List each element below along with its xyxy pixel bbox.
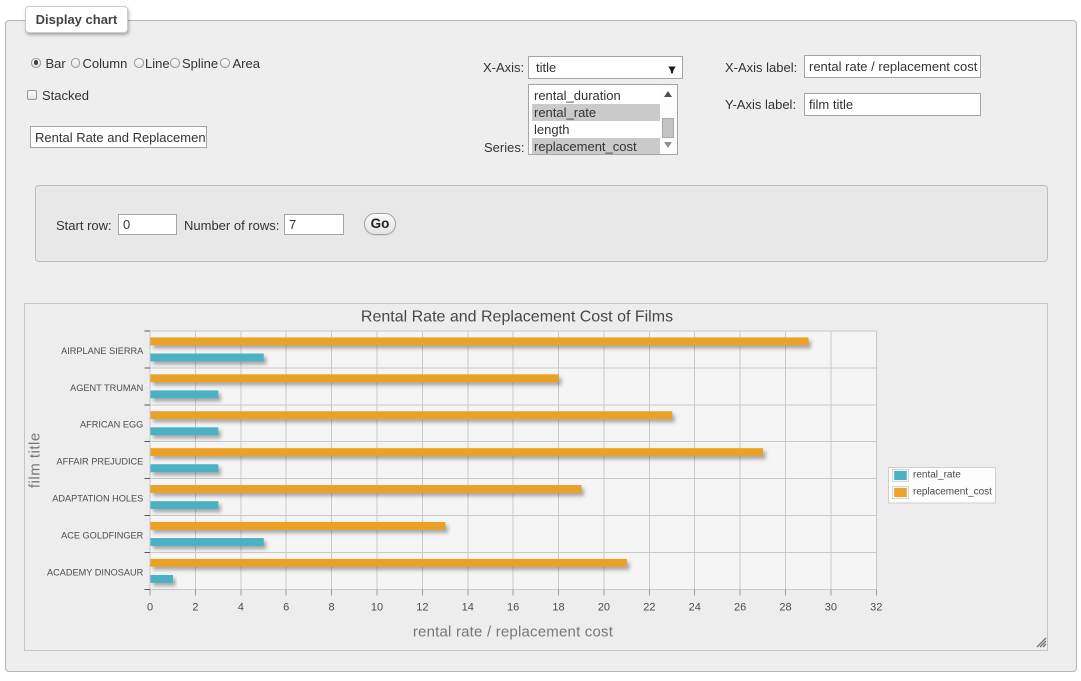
svg-text:ACE GOLDFINGER: ACE GOLDFINGER — [61, 530, 144, 540]
svg-text:10: 10 — [371, 602, 383, 614]
svg-text:rental rate / replacement cost: rental rate / replacement cost — [413, 624, 614, 641]
svg-text:AIRPLANE SIERRA: AIRPLANE SIERRA — [61, 346, 144, 356]
svg-text:14: 14 — [462, 602, 474, 614]
svg-text:rental_rate: rental_rate — [913, 470, 961, 481]
svg-text:2: 2 — [192, 602, 198, 614]
svg-text:film title: film title — [27, 432, 44, 488]
svg-text:8: 8 — [329, 602, 335, 614]
svg-text:AGENT TRUMAN: AGENT TRUMAN — [70, 383, 143, 393]
svg-text:Rental Rate and Replacement Co: Rental Rate and Replacement Cost of Film… — [361, 309, 673, 326]
svg-text:AFFAIR PREJUDICE: AFFAIR PREJUDICE — [57, 457, 144, 467]
svg-text:30: 30 — [825, 602, 837, 614]
svg-text:18: 18 — [552, 602, 564, 614]
svg-text:ADAPTATION HOLES: ADAPTATION HOLES — [52, 494, 143, 504]
svg-text:12: 12 — [416, 602, 428, 614]
svg-text:26: 26 — [734, 602, 746, 614]
svg-text:28: 28 — [779, 602, 791, 614]
svg-text:24: 24 — [689, 602, 701, 614]
svg-text:replacement_cost: replacement_cost — [913, 487, 992, 498]
svg-text:6: 6 — [283, 602, 289, 614]
svg-text:16: 16 — [507, 602, 519, 614]
svg-text:20: 20 — [598, 602, 610, 614]
svg-text:32: 32 — [870, 602, 882, 614]
svg-text:ACADEMY DINOSAUR: ACADEMY DINOSAUR — [47, 567, 144, 577]
svg-text:0: 0 — [147, 602, 153, 614]
svg-text:4: 4 — [238, 602, 244, 614]
svg-text:AFRICAN EGG: AFRICAN EGG — [80, 420, 143, 430]
svg-text:22: 22 — [643, 602, 655, 614]
